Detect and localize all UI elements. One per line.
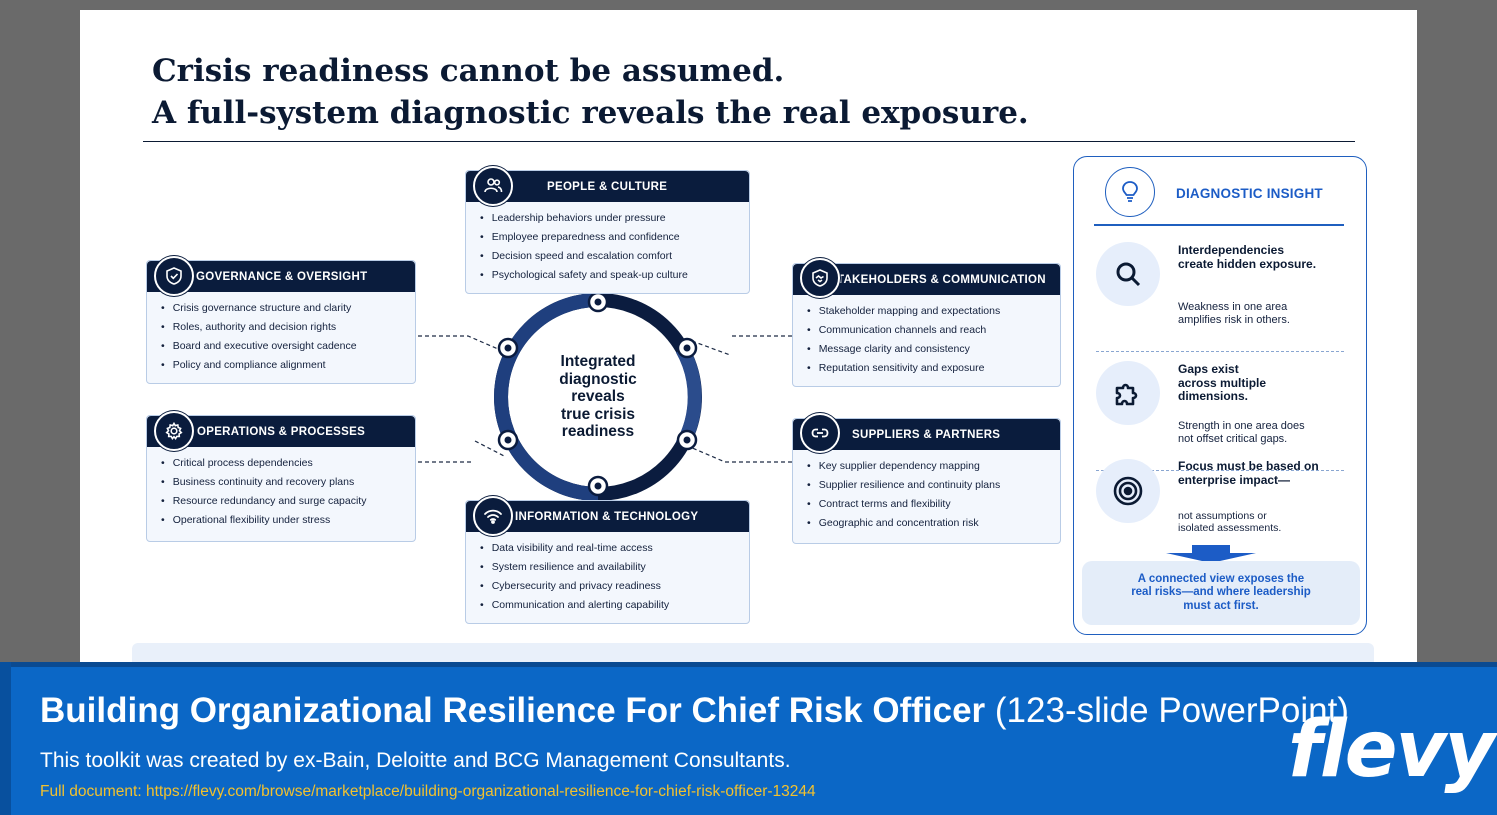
card-title: GOVERNANCE & OVERSIGHT [196,270,368,283]
insight-title: DIAGNOSTIC INSIGHT [1176,186,1323,201]
list-item: Message clarity and consistency [807,340,1000,359]
card-title: INFORMATION & TECHNOLOGY [515,510,699,523]
banner-top-line [0,662,1497,667]
list-item: Leadership behaviors under pressure [480,209,688,228]
card-title: STAKEHOLDERS & COMMUNICATION [829,273,1046,286]
heading-line: enterprise impact— [1178,472,1291,487]
insight-separator [1096,351,1344,352]
list-item: Policy and compliance alignment [161,356,357,375]
banner-left-edge [0,662,11,815]
body-line: not assumptions or [1178,510,1267,522]
banner-title: Building Organizational Resilience For C… [40,690,1349,732]
magnifier-icon [1096,242,1160,306]
body-line: amplifies risk in others. [1178,314,1290,326]
list-item: Cybersecurity and privacy readiness [480,577,669,596]
body-line: Weakness in one area [1178,301,1288,313]
conclusion-line: must act first. [1183,599,1259,612]
heading-line: create hidden exposure. [1178,256,1317,271]
heading-line: Focus must be based on [1178,459,1319,473]
list-item: Supplier resilience and continuity plans [807,476,1001,495]
list-item: Stakeholder mapping and expectations [807,302,1001,321]
insight-point-body: Weakness in one area amplifies risk in o… [1178,301,1290,327]
card-list: Key supplier dependency mapping Supplier… [793,457,1001,533]
center-line: diagnostic [559,370,637,388]
card-list: Data visibility and real-time access Sys… [466,539,669,615]
insight-point-body: not assumptions or isolated assessments. [1178,510,1281,534]
list-item: Data visibility and real-time access [480,539,669,558]
list-item: System resilience and availability [480,558,669,577]
heading-line: Interdependencies [1178,243,1285,257]
insight-point-heading: Gaps exist across multiple dimensions. [1178,362,1267,404]
insight-divider [1094,224,1344,226]
list-item: Critical process dependencies [161,454,366,473]
center-line: Integrated [560,353,636,370]
list-item: Contract terms and flexibility [807,495,1000,514]
list-item: Key supplier dependency mapping [807,457,1000,476]
card-title: SUPPLIERS & PARTNERS [852,428,1001,441]
diagnostic-insight-panel: DIAGNOSTIC INSIGHT Interdependencies cre… [1073,156,1367,635]
ring-center-text: Integrated diagnostic reveals true crisi… [532,353,664,441]
banner-subtitle: This toolkit was created by ex-Bain, Del… [40,749,791,772]
handshake-shield-icon [800,258,840,298]
list-item: Communication channels and reach [807,321,1000,340]
center-line: reveals [571,388,625,405]
list-item: Communication and alerting capability [480,596,669,615]
conclusion-line: real risks—and where leadership [1131,586,1311,599]
list-item: Roles, authority and decision rights [161,318,357,337]
body-line: not offset critical gaps. [1178,433,1288,445]
list-item: Decision speed and escalation comfort [480,247,688,266]
puzzle-icon [1096,361,1160,425]
list-item: Resource redundancy and surge capacity [161,492,367,511]
flevy-logo[interactable]: flevy [1288,705,1495,795]
list-item: Geographic and concentration risk [807,514,1000,533]
card-list: Critical process dependencies Business c… [147,454,367,530]
card-title: PEOPLE & CULTURE [547,180,668,193]
banner-document-link[interactable]: Full document: https://flevy.com/browse/… [40,782,816,802]
center-line: true crisis [560,405,636,423]
insight-point-heading: Focus must be based on enterprise impact… [1178,459,1319,487]
list-item: Business continuity and recovery plans [161,473,366,492]
card-title: OPERATIONS & PROCESSES [197,425,366,438]
body-line: Strength in one area does [1178,420,1305,432]
insight-conclusion: A connected view exposes the real risks—… [1082,561,1360,625]
list-item: Psychological safety and speak-up cultur… [480,266,688,285]
target-icon [1096,459,1160,523]
list-item: Operational flexibility under stress [161,511,366,530]
card-list: Leadership behaviors under pressure Empl… [466,209,688,285]
card-list: Stakeholder mapping and expectations Com… [793,302,1001,378]
gear-icon [154,411,194,451]
list-item: Reputation sensitivity and exposure [807,359,1000,378]
body-line: isolated assessments. [1178,522,1282,534]
insight-point-heading: Interdependencies create hidden exposure… [1178,243,1317,271]
lightbulb-icon [1105,167,1155,217]
card-list: Crisis governance structure and clarity … [147,299,357,375]
heading-line: across multiple [1178,375,1267,390]
people-icon [473,166,513,206]
conclusion-line: A connected view exposes the [1137,572,1305,585]
link-icon [800,413,840,453]
heading-line: Gaps exist [1178,362,1239,376]
heading-line: dimensions. [1178,389,1249,403]
list-item: Board and executive oversight cadence [161,337,357,356]
wifi-icon [473,496,513,536]
shield-check-icon [154,256,194,296]
insight-point-body: Strength in one area does not offset cri… [1178,420,1305,446]
list-item: Employee preparedness and confidence [480,228,688,247]
slide: Crisis readiness cannot be assumed. A fu… [80,10,1417,670]
list-item: Crisis governance structure and clarity [161,299,357,318]
center-line: readiness [561,423,635,440]
banner-title-main: Building Organizational Resilience For C… [40,691,986,730]
